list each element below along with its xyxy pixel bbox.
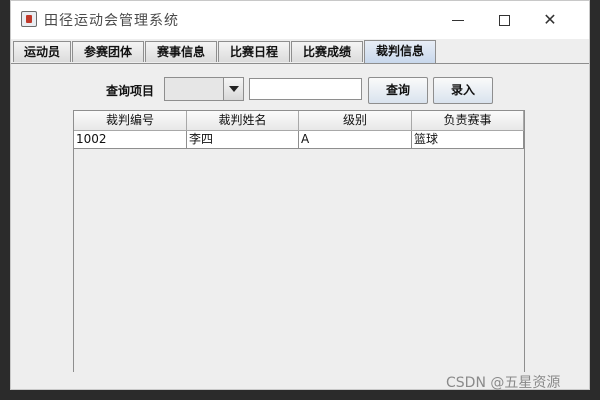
referee-table[interactable]: 裁判编号 裁判姓名 级别 负责赛事 1002 李四 A 篮球	[73, 110, 525, 372]
table-cell[interactable]: 1002	[74, 131, 187, 149]
tab-results[interactable]: 比赛成绩	[291, 41, 363, 62]
tab-teams[interactable]: 参赛团体	[72, 41, 144, 62]
maximize-button[interactable]	[481, 1, 527, 39]
tab-schedule[interactable]: 比赛日程	[218, 41, 290, 62]
minimize-icon	[452, 20, 464, 21]
tab-referees[interactable]: 裁判信息	[364, 40, 436, 63]
java-app-icon	[21, 11, 37, 27]
close-button[interactable]: ✕	[527, 1, 573, 39]
column-header-event[interactable]: 负责赛事	[412, 111, 524, 131]
window-title: 田径运动会管理系统	[44, 13, 179, 29]
minimize-button[interactable]	[435, 1, 481, 39]
tab-athletes[interactable]: 运动员	[13, 41, 71, 62]
tab-events[interactable]: 赛事信息	[145, 41, 217, 62]
column-header-level[interactable]: 级别	[299, 111, 412, 131]
maximize-icon	[498, 15, 510, 26]
watermark: CSDN @五星资源	[446, 375, 561, 391]
close-icon: ✕	[543, 10, 557, 29]
column-header-id[interactable]: 裁判编号	[74, 111, 187, 131]
title-bar: 田径运动会管理系统 ✕	[11, 1, 589, 39]
column-header-name[interactable]: 裁判姓名	[187, 111, 299, 131]
app-window: 田径运动会管理系统 ✕ 运动员 参赛团体 赛事信息 比赛日程 比赛成绩 裁判信息…	[10, 0, 590, 390]
table-row[interactable]: 1002 李四 A 篮球	[74, 131, 524, 149]
table-header: 裁判编号 裁判姓名 级别 负责赛事	[74, 111, 524, 131]
query-button[interactable]: 查询	[368, 77, 428, 104]
background-strip	[0, 0, 10, 400]
query-combo[interactable]	[164, 77, 244, 101]
table-cell[interactable]: A	[299, 131, 412, 149]
query-input[interactable]	[249, 78, 362, 100]
referee-panel: 查询项目 查询 录入 裁判编号 裁判姓名 级别 负责赛事 1002 李四 A 篮…	[11, 63, 589, 390]
table-cell[interactable]: 篮球	[412, 131, 524, 149]
table-cell[interactable]: 李四	[187, 131, 299, 149]
chevron-down-icon[interactable]	[223, 78, 243, 100]
tab-bar: 运动员 参赛团体 赛事信息 比赛日程 比赛成绩 裁判信息	[11, 40, 589, 63]
query-label: 查询项目	[106, 84, 155, 98]
entry-button[interactable]: 录入	[433, 77, 493, 104]
